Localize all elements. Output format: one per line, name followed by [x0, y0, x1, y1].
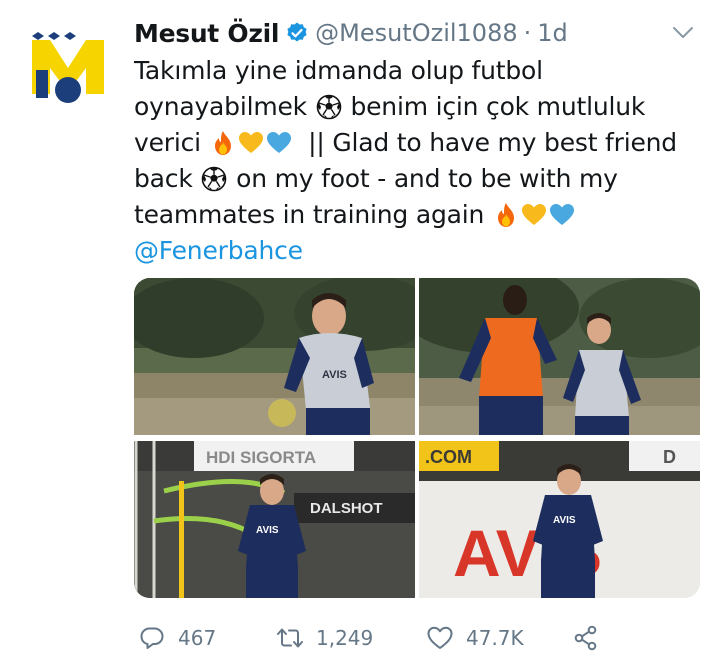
- photo-text: AVIS: [553, 515, 576, 526]
- tweet-header: Mesut Özil @MesutOzil1088 · 1d: [134, 14, 700, 52]
- photo-3[interactable]: HDI SIGORTA DALSHOT AVIS: [134, 441, 415, 598]
- verified-badge-icon: [287, 22, 307, 42]
- like-icon: [427, 626, 453, 649]
- tweet-text-fragment: oynayabilmek: [134, 92, 307, 121]
- photo-2[interactable]: [419, 278, 700, 435]
- separator: ·: [523, 19, 532, 47]
- fire-emoji: [210, 130, 236, 156]
- retweet-icon: [277, 628, 303, 648]
- reply-count: 467: [178, 626, 217, 650]
- avatar[interactable]: [28, 28, 108, 108]
- soccer-ball-emoji: [201, 166, 227, 192]
- photo-text: AVIS: [322, 369, 347, 381]
- tweet-line: Takımla yine idmanda olup futbol: [134, 56, 543, 85]
- mention-link[interactable]: @Fenerbahce: [134, 233, 700, 269]
- tweet-text-fragment: || Glad to have my best friend: [308, 128, 677, 157]
- share-icon: [574, 625, 597, 651]
- media-grid: AVIS HDI SIGORTA DALSHOT AVIS .COM D AVI…: [134, 278, 700, 598]
- tweet: Mesut Özil @MesutOzil1088 · 1d Takımla y…: [134, 14, 700, 651]
- soccer-ball-emoji: [316, 94, 342, 120]
- retweet-count: 1,249: [316, 626, 374, 650]
- blue-heart-emoji: [549, 202, 575, 228]
- photo-text: AVIS: [256, 525, 279, 536]
- yellow-heart-emoji: [521, 202, 547, 228]
- tweet-actions: 467 1,249 47.7K: [134, 618, 700, 658]
- reply-icon: [140, 627, 164, 649]
- tweet-time[interactable]: 1d: [537, 19, 568, 47]
- retweet-button[interactable]: 1,249: [276, 624, 373, 652]
- fenerbahce-logo-icon: [28, 28, 108, 108]
- reply-button[interactable]: 467: [138, 624, 216, 652]
- author-handle[interactable]: @MesutOzil1088: [315, 19, 518, 47]
- author-name[interactable]: Mesut Özil: [134, 19, 279, 48]
- share-button[interactable]: [572, 624, 612, 652]
- tweet-text-fragment: back: [134, 164, 193, 193]
- photo-text: .COM: [425, 447, 472, 467]
- tweet-line: teammates in training again: [134, 197, 700, 233]
- photo-4[interactable]: .COM D AVIS AVIS: [419, 441, 700, 598]
- like-count: 47.7K: [466, 626, 524, 650]
- tweet-text-fragment: teammates in training again: [134, 200, 485, 229]
- blue-heart-emoji: [266, 130, 292, 156]
- tweet-text-fragment: verici: [134, 128, 201, 157]
- photo-text: DALSHOT: [310, 500, 383, 517]
- photo-1[interactable]: AVIS: [134, 278, 415, 435]
- tweet-line: oynayabilmek benim için çok mutluluk: [134, 89, 700, 125]
- tweet-line: verici || Glad to have my best friend: [134, 125, 700, 161]
- like-button[interactable]: 47.7K: [426, 624, 524, 652]
- photo-text: HDI SIGORTA: [206, 448, 316, 467]
- yellow-heart-emoji: [238, 130, 264, 156]
- fire-emoji: [493, 202, 519, 228]
- tweet-text: Takımla yine idmanda olup futbol oynayab…: [134, 53, 700, 269]
- photo-text: D: [663, 447, 676, 467]
- tweet-line: back on my foot - and to be with my: [134, 161, 700, 197]
- tweet-text-fragment: benim için çok mutluluk: [350, 92, 646, 121]
- chevron-down-icon[interactable]: [672, 26, 694, 40]
- tweet-text-fragment: on my foot - and to be with my: [236, 164, 618, 193]
